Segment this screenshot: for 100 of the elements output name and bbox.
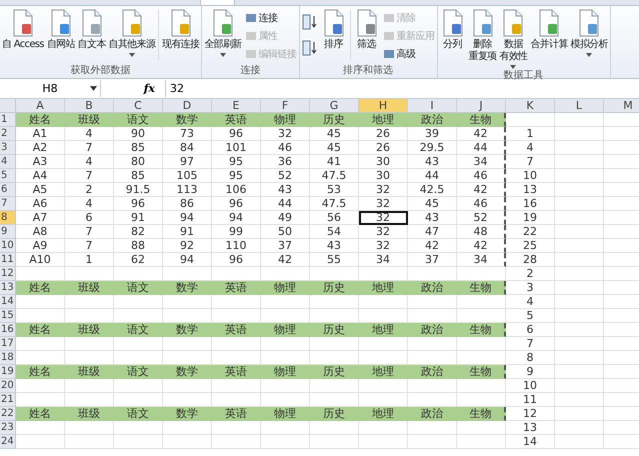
- table-cell[interactable]: 地理: [359, 113, 408, 127]
- table-cell[interactable]: 94: [163, 253, 212, 267]
- table-cell[interactable]: 数学: [163, 281, 212, 295]
- table-cell[interactable]: 36: [261, 155, 310, 169]
- sort-ascending-icon[interactable]: [302, 14, 318, 30]
- row-header[interactable]: 1: [0, 113, 16, 127]
- table-cell[interactable]: 历史: [310, 113, 359, 127]
- table-cell[interactable]: [16, 421, 65, 435]
- table-cell[interactable]: 43: [408, 211, 457, 225]
- column-header[interactable]: H: [359, 99, 408, 113]
- table-cell[interactable]: 105: [163, 169, 212, 183]
- table-cell[interactable]: [555, 309, 604, 323]
- table-cell[interactable]: 32: [261, 127, 310, 141]
- row-header[interactable]: 10: [0, 239, 16, 253]
- table-cell[interactable]: [555, 267, 604, 281]
- table-cell[interactable]: [555, 351, 604, 365]
- caret-icon[interactable]: [510, 65, 516, 69]
- table-cell[interactable]: 10: [506, 379, 555, 393]
- table-cell[interactable]: 91.5: [114, 183, 163, 197]
- table-cell[interactable]: 22: [506, 225, 555, 239]
- column-header[interactable]: B: [65, 99, 114, 113]
- row-header[interactable]: 15: [0, 309, 16, 323]
- table-cell[interactable]: 7: [506, 337, 555, 351]
- table-cell[interactable]: [555, 337, 604, 351]
- table-cell[interactable]: 46: [457, 169, 506, 183]
- select-all-corner[interactable]: [0, 99, 16, 113]
- table-cell[interactable]: [408, 421, 457, 435]
- table-cell[interactable]: 42: [261, 253, 310, 267]
- active-cell[interactable]: 32: [359, 211, 408, 225]
- table-cell[interactable]: 8: [506, 351, 555, 365]
- table-cell[interactable]: 55: [310, 253, 359, 267]
- table-cell[interactable]: [555, 197, 604, 211]
- table-cell[interactable]: 2: [65, 183, 114, 197]
- table-cell[interactable]: 95: [212, 169, 261, 183]
- table-cell[interactable]: [163, 435, 212, 449]
- table-cell[interactable]: [555, 407, 604, 421]
- table-cell[interactable]: 26: [359, 141, 408, 155]
- ribbon-button[interactable]: 自网站: [46, 6, 76, 51]
- table-cell[interactable]: [114, 379, 163, 393]
- table-cell[interactable]: 42: [408, 239, 457, 253]
- table-cell[interactable]: 53: [310, 183, 359, 197]
- table-cell[interactable]: [555, 379, 604, 393]
- table-cell[interactable]: 数学: [163, 407, 212, 421]
- table-cell[interactable]: 物理: [261, 407, 310, 421]
- table-cell[interactable]: 30: [359, 155, 408, 169]
- table-cell[interactable]: [457, 421, 506, 435]
- table-cell[interactable]: 生物: [457, 365, 506, 379]
- column-header[interactable]: G: [310, 99, 359, 113]
- name-box[interactable]: H8: [0, 80, 101, 97]
- table-cell[interactable]: [408, 379, 457, 393]
- table-cell[interactable]: [555, 421, 604, 435]
- table-cell[interactable]: [261, 379, 310, 393]
- table-cell[interactable]: 80: [114, 155, 163, 169]
- column-header[interactable]: F: [261, 99, 310, 113]
- column-header[interactable]: C: [114, 99, 163, 113]
- row-header[interactable]: 22: [0, 407, 16, 421]
- column-header[interactable]: M: [604, 99, 639, 113]
- table-cell[interactable]: 14: [506, 435, 555, 449]
- table-cell[interactable]: 44: [408, 169, 457, 183]
- table-cell[interactable]: [555, 183, 604, 197]
- table-cell[interactable]: 4: [506, 295, 555, 309]
- table-cell[interactable]: [114, 295, 163, 309]
- table-cell[interactable]: 生物: [457, 407, 506, 421]
- table-cell[interactable]: [555, 393, 604, 407]
- active-ribbon-tab[interactable]: [200, 0, 235, 5]
- table-cell[interactable]: 96: [212, 253, 261, 267]
- row-header[interactable]: 4: [0, 155, 16, 169]
- table-cell[interactable]: 地理: [359, 323, 408, 337]
- ribbon-small-button[interactable]: 高级: [382, 46, 436, 62]
- table-cell[interactable]: 姓名: [16, 407, 65, 421]
- table-cell[interactable]: 4: [65, 155, 114, 169]
- table-cell[interactable]: 2: [506, 267, 555, 281]
- table-cell[interactable]: 政治: [408, 281, 457, 295]
- table-cell[interactable]: 4: [65, 197, 114, 211]
- table-cell[interactable]: A3: [16, 155, 65, 169]
- table-cell[interactable]: 94: [163, 211, 212, 225]
- table-cell[interactable]: 62: [114, 253, 163, 267]
- table-cell[interactable]: 生物: [457, 113, 506, 127]
- row-header[interactable]: 14: [0, 295, 16, 309]
- table-cell[interactable]: [212, 421, 261, 435]
- table-cell[interactable]: 英语: [212, 323, 261, 337]
- table-cell[interactable]: [359, 337, 408, 351]
- table-cell[interactable]: [163, 295, 212, 309]
- table-cell[interactable]: 92: [163, 239, 212, 253]
- row-header[interactable]: 12: [0, 267, 16, 281]
- table-cell[interactable]: 95: [212, 155, 261, 169]
- caret-icon[interactable]: [586, 53, 592, 57]
- table-cell[interactable]: 88: [114, 239, 163, 253]
- table-cell[interactable]: [408, 337, 457, 351]
- table-cell[interactable]: 姓名: [16, 113, 65, 127]
- table-cell[interactable]: 32: [359, 183, 408, 197]
- table-cell[interactable]: A8: [16, 225, 65, 239]
- table-cell[interactable]: A2: [16, 141, 65, 155]
- table-cell[interactable]: 3: [506, 281, 555, 295]
- table-cell[interactable]: 29.5: [408, 141, 457, 155]
- table-cell[interactable]: A9: [16, 239, 65, 253]
- row-header[interactable]: 9: [0, 225, 16, 239]
- table-cell[interactable]: 85: [114, 141, 163, 155]
- table-cell[interactable]: 地理: [359, 365, 408, 379]
- table-cell[interactable]: 政治: [408, 365, 457, 379]
